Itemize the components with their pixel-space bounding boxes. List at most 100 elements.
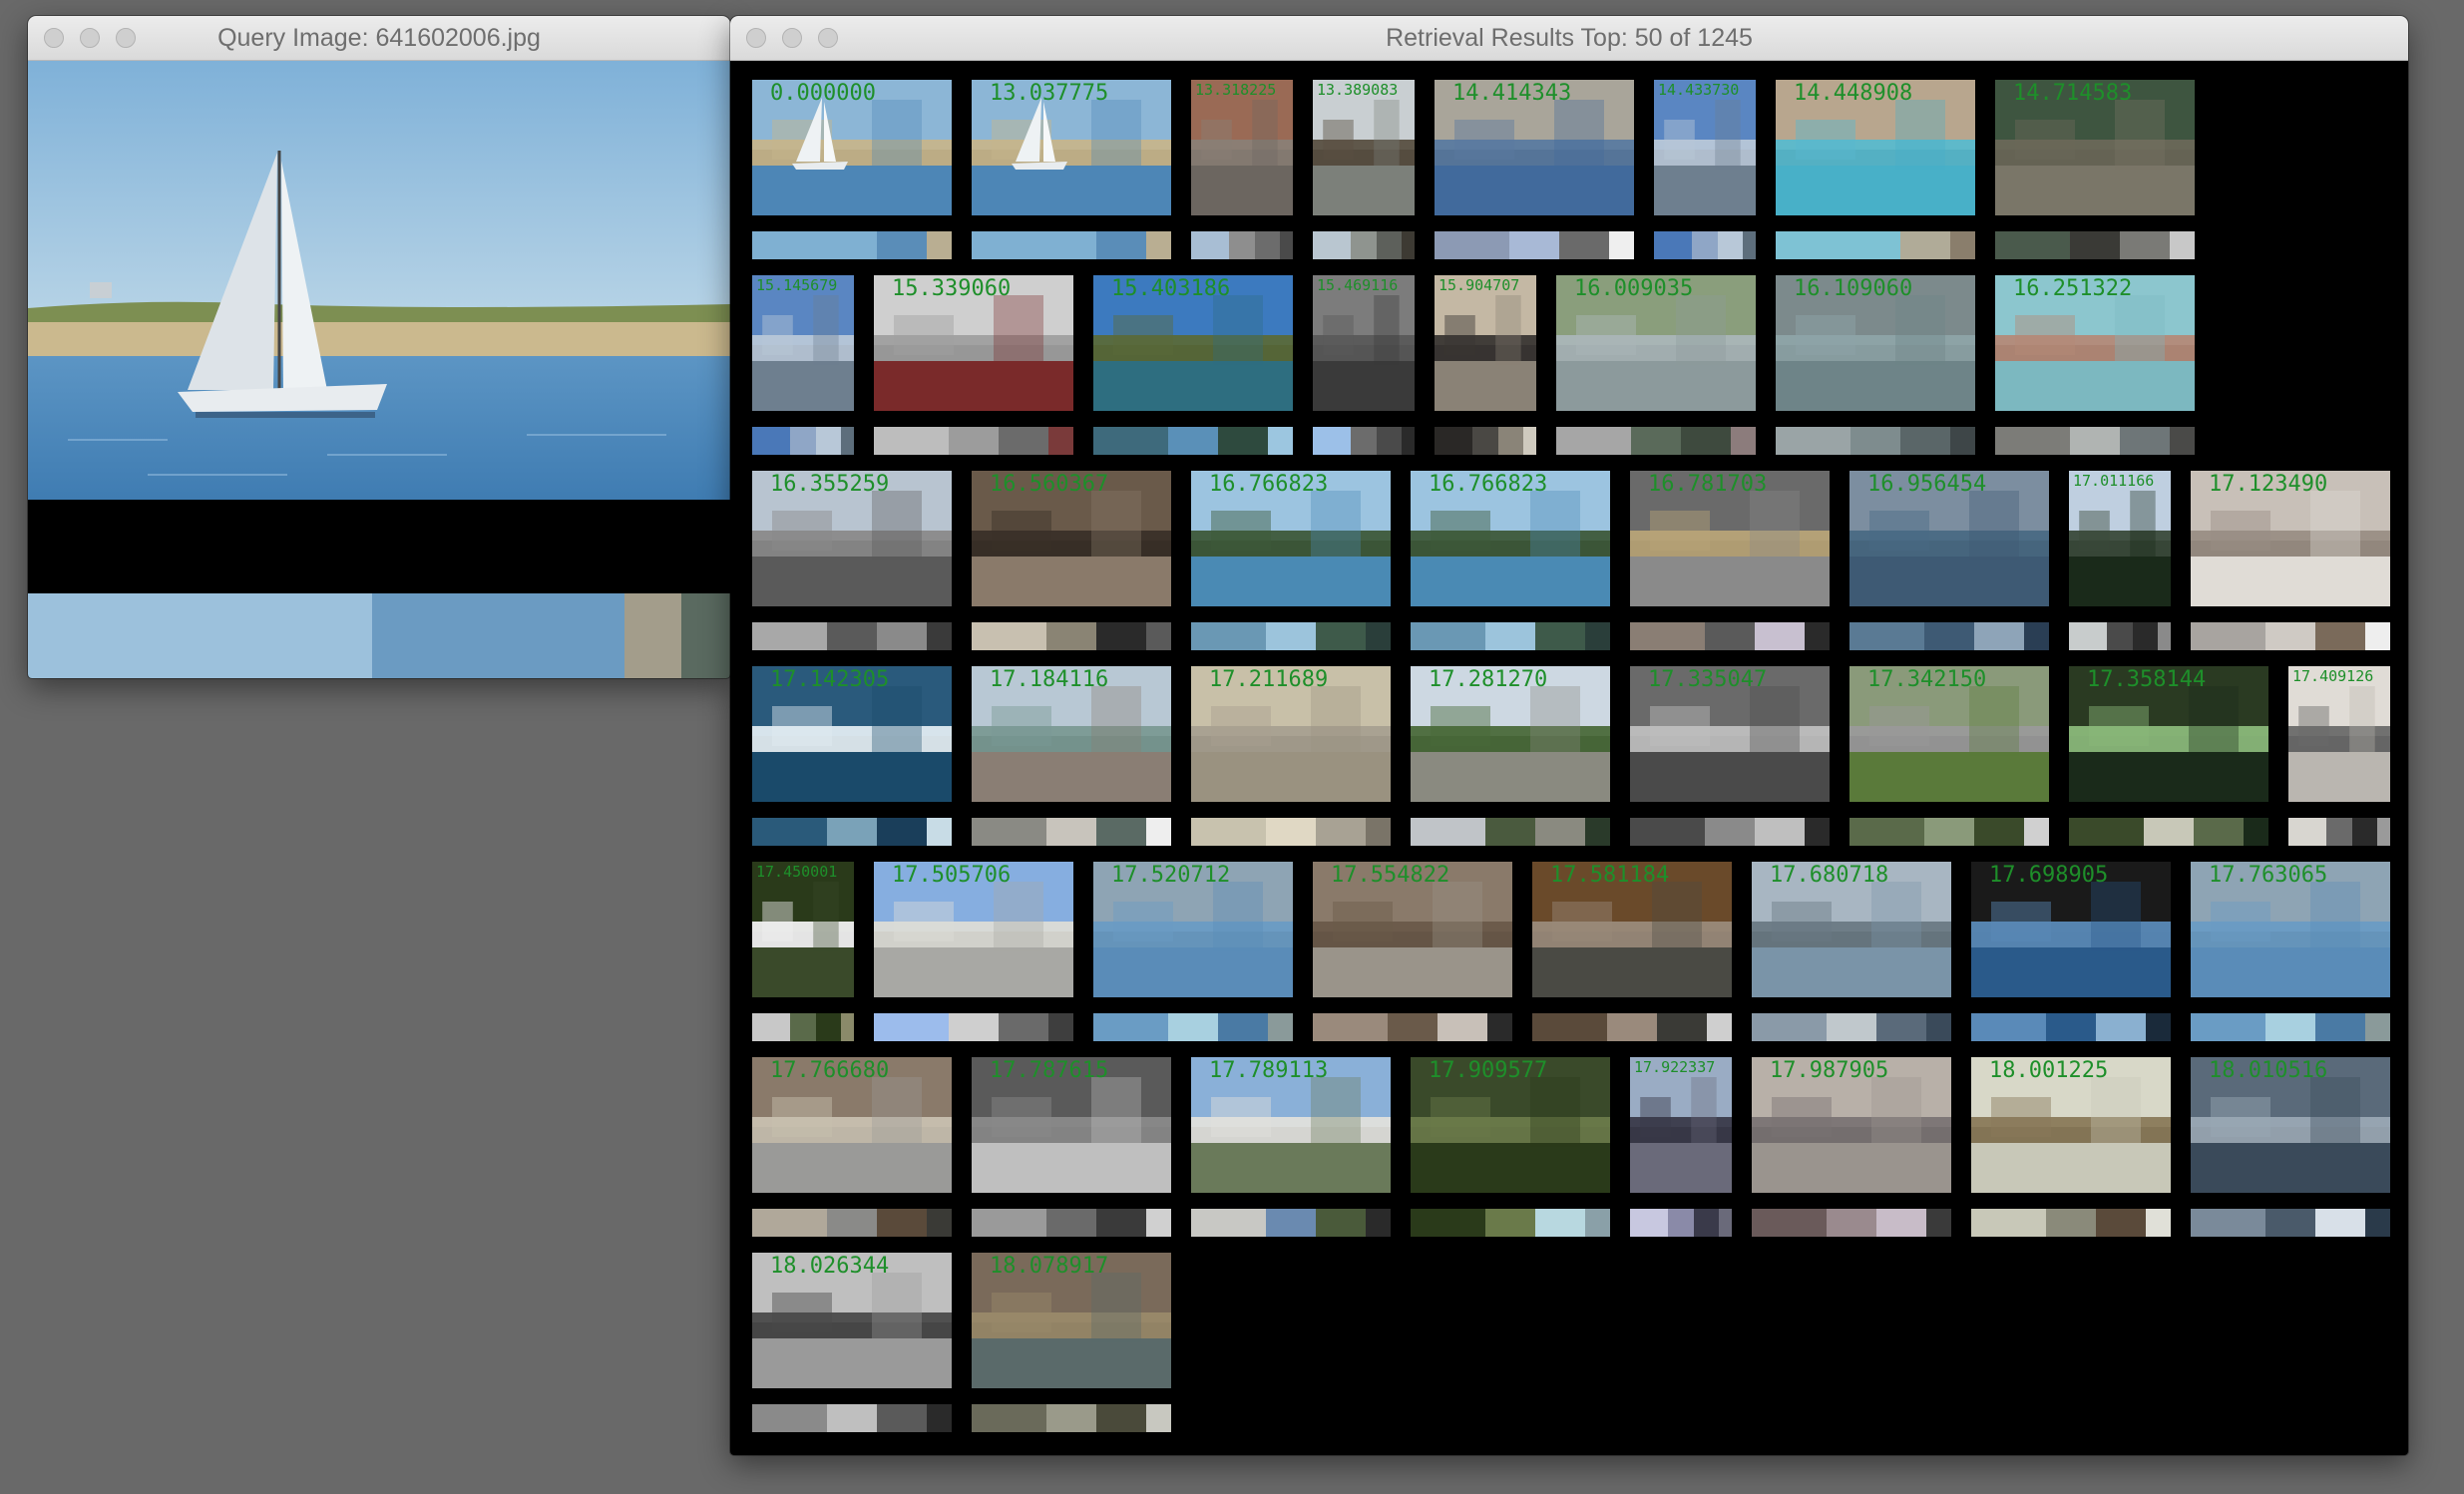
result-tile[interactable]: 17.011166 <box>2069 471 2171 650</box>
palette-swatch <box>2288 818 2327 846</box>
result-tile[interactable]: 18.078917 <box>972 1253 1171 1432</box>
result-tile[interactable]: 16.251322 <box>1995 275 2195 455</box>
result-tile[interactable]: 17.335047 <box>1630 666 1830 846</box>
similarity-score: 14.448908 <box>1794 81 1913 106</box>
result-tile[interactable]: 17.766680 <box>752 1057 952 1237</box>
palette-swatch <box>1191 231 1230 259</box>
result-tile[interactable]: 15.145679 <box>752 275 854 455</box>
result-thumbnail[interactable] <box>1654 80 1756 215</box>
results-window-titlebar[interactable]: Retrieval Results Top: 50 of 1245 <box>730 16 2408 61</box>
palette-swatch <box>2377 818 2390 846</box>
result-thumbnail[interactable] <box>752 275 854 411</box>
result-tile[interactable]: 17.987905 <box>1752 1057 1951 1237</box>
palette-swatch <box>2351 818 2378 846</box>
result-tile[interactable]: 16.781703 <box>1630 471 1830 650</box>
retrieval-results-window[interactable]: Retrieval Results Top: 50 of 1245 0.0000… <box>730 16 2408 1455</box>
palette-swatch <box>972 1404 1046 1432</box>
result-tile[interactable]: 17.358144 <box>2069 666 2268 846</box>
result-tile[interactable]: 16.766823 <box>1191 471 1391 650</box>
similarity-score: 16.781703 <box>1648 472 1768 497</box>
result-tile[interactable]: 15.339060 <box>874 275 1073 455</box>
palette-swatch <box>949 1013 999 1041</box>
result-tile[interactable]: 17.211689 <box>1191 666 1391 846</box>
result-tile[interactable]: 15.904707 <box>1435 275 1536 455</box>
result-tile[interactable]: 16.956454 <box>1849 471 2049 650</box>
result-tile[interactable]: 18.010516 <box>2191 1057 2390 1237</box>
result-tile[interactable]: 0.000000 <box>752 80 952 259</box>
result-thumbnail[interactable] <box>1435 275 1536 411</box>
result-tile[interactable]: 17.184116 <box>972 666 1171 846</box>
palette-swatch <box>1743 231 1756 259</box>
palette-swatch <box>1388 1013 1437 1041</box>
result-tile[interactable]: 16.766823 <box>1411 471 1610 650</box>
result-tile[interactable]: 17.520712 <box>1093 862 1293 1041</box>
result-tile[interactable]: 17.554822 <box>1313 862 1512 1041</box>
palette-swatch <box>752 231 827 259</box>
similarity-score: 17.698905 <box>1989 863 2109 888</box>
result-tile[interactable]: 15.469116 <box>1313 275 1415 455</box>
query-image-window[interactable]: Query Image: 641602006.jpg <box>28 16 730 678</box>
result-color-palette <box>1191 818 1391 846</box>
palette-swatch <box>1046 1404 1096 1432</box>
result-tile[interactable]: 17.787615 <box>972 1057 1171 1237</box>
palette-swatch <box>1411 622 1485 650</box>
palette-swatch <box>877 622 927 650</box>
result-tile[interactable]: 17.281270 <box>1411 666 1610 846</box>
result-color-palette <box>1411 818 1610 846</box>
palette-swatch <box>827 622 877 650</box>
similarity-score: 15.904707 <box>1438 276 1520 294</box>
result-tile[interactable]: 17.142305 <box>752 666 952 846</box>
result-tile[interactable]: 17.698905 <box>1971 862 2171 1041</box>
result-tile[interactable]: 17.342150 <box>1849 666 2049 846</box>
result-thumbnail[interactable] <box>2069 471 2171 606</box>
palette-swatch <box>1805 818 1830 846</box>
result-tile[interactable]: 15.403186 <box>1093 275 1293 455</box>
palette-swatch <box>1631 427 1681 455</box>
result-thumbnail[interactable] <box>1313 275 1415 411</box>
result-tile[interactable]: 13.318225 <box>1191 80 1293 259</box>
result-tile[interactable]: 17.450001 <box>752 862 854 1041</box>
palette-swatch <box>1630 1209 1669 1237</box>
result-tile[interactable]: 14.414343 <box>1435 80 1634 259</box>
palette-swatch <box>1376 231 1403 259</box>
result-tile[interactable]: 16.109060 <box>1776 275 1975 455</box>
query-window-titlebar[interactable]: Query Image: 641602006.jpg <box>28 16 730 61</box>
result-tile[interactable]: 14.714583 <box>1995 80 2195 259</box>
palette-swatch <box>2070 427 2120 455</box>
result-tile[interactable]: 17.789113 <box>1191 1057 1391 1237</box>
result-tile[interactable]: 17.909577 <box>1411 1057 1610 1237</box>
result-tile[interactable]: 14.433730 <box>1654 80 1756 259</box>
result-tile[interactable]: 18.001225 <box>1971 1057 2171 1237</box>
result-tile[interactable]: 17.680718 <box>1752 862 1951 1041</box>
result-tile[interactable]: 17.581184 <box>1532 862 1732 1041</box>
palette-swatch <box>2191 1013 2265 1041</box>
result-thumbnail[interactable] <box>752 862 854 997</box>
palette-swatch <box>1316 1209 1366 1237</box>
result-thumbnail[interactable] <box>2288 666 2390 802</box>
palette-swatch <box>2265 622 2315 650</box>
palette-swatch <box>1402 427 1415 455</box>
result-thumbnail[interactable] <box>1191 80 1293 215</box>
palette-swatch <box>1705 622 1755 650</box>
palette-swatch <box>1630 818 1705 846</box>
result-tile[interactable]: 14.448908 <box>1776 80 1975 259</box>
result-tile[interactable]: 13.037775 <box>972 80 1171 259</box>
result-tile[interactable]: 17.409126 <box>2288 666 2390 846</box>
result-thumbnail[interactable] <box>1630 1057 1732 1193</box>
palette-swatch <box>1046 818 1096 846</box>
palette-swatch <box>1692 231 1718 259</box>
result-tile[interactable]: 17.763065 <box>2191 862 2390 1041</box>
similarity-score: 17.789113 <box>1209 1058 1329 1083</box>
result-tile[interactable]: 16.355259 <box>752 471 952 650</box>
result-tile[interactable]: 17.505706 <box>874 862 1073 1041</box>
result-tile[interactable]: 18.026344 <box>752 1253 952 1432</box>
similarity-score: 18.026344 <box>770 1254 890 1279</box>
result-thumbnail[interactable] <box>1313 80 1415 215</box>
result-tile[interactable]: 17.922337 <box>1630 1057 1732 1237</box>
result-tile[interactable]: 17.123490 <box>2191 471 2390 650</box>
palette-swatch <box>2365 1209 2390 1237</box>
result-tile[interactable]: 16.560367 <box>972 471 1171 650</box>
result-tile[interactable]: 13.389083 <box>1313 80 1415 259</box>
result-tile[interactable]: 16.009035 <box>1556 275 1756 455</box>
similarity-score: 17.409126 <box>2292 667 2374 685</box>
